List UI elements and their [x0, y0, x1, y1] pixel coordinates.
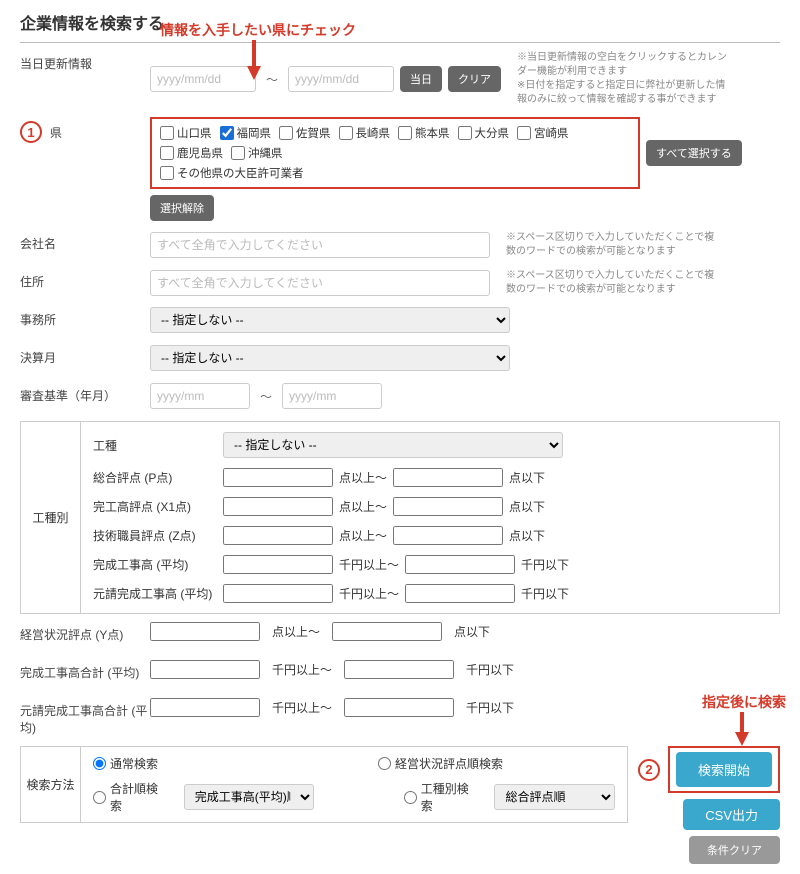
review-from-input[interactable] [150, 383, 250, 409]
hint-company: ※スペース区切りで入力していただくことで複数のワードでの検索が可能となります [506, 231, 716, 259]
prefecture-box: 山口県 福岡県 佐賀県 長崎県 熊本県 大分県 宮崎県 鹿児島県 沖縄県 その他… [150, 117, 640, 189]
search-button-highlight: 検索開始 [668, 746, 780, 793]
motouke-max-input[interactable] [405, 584, 515, 603]
arrow-stem [252, 40, 256, 68]
annotation-right: 指定後に検索 [702, 692, 786, 712]
smethod-side-label: 検索方法 [21, 747, 81, 822]
pref-check-nagasaki[interactable] [339, 126, 353, 140]
label-gijutsu: 技術職員評点 (Z点) [93, 527, 223, 544]
ktype-order-select[interactable]: 総合評点順 [494, 784, 615, 810]
radio-ktype-order: 工種別検索 [404, 780, 475, 814]
motouke-total-min-input[interactable] [150, 698, 260, 717]
arrow-stem [740, 712, 744, 734]
csv-button[interactable]: CSV出力 [683, 799, 780, 830]
pref-item: 山口県 [160, 125, 212, 141]
fiscal-select[interactable]: -- 指定しない -- [150, 345, 510, 371]
arrow-down-icon [735, 732, 749, 746]
date-to-input[interactable] [288, 66, 394, 92]
pref-item: 長崎県 [339, 125, 391, 141]
pref-item: 沖縄県 [231, 145, 283, 161]
pref-check-other[interactable] [160, 166, 174, 180]
cond-clear-button[interactable]: 条件クリア [689, 836, 780, 864]
gijutsu-min-input[interactable] [223, 526, 333, 545]
pref-check-miyazaki[interactable] [517, 126, 531, 140]
label-review: 審査基準（年月） [20, 383, 150, 404]
pref-check-kagoshima[interactable] [160, 146, 174, 160]
sogo-max-input[interactable] [393, 468, 503, 487]
label-keiei: 経営状況評点 (Y点) [20, 622, 150, 643]
sogo-min-input[interactable] [223, 468, 333, 487]
pref-check-oita[interactable] [458, 126, 472, 140]
kanko-avg-min-input[interactable] [223, 555, 333, 574]
company-input[interactable] [150, 232, 490, 258]
radio-keiei-order: 経営状況評点順検索 [378, 755, 503, 772]
pref-check-saga[interactable] [279, 126, 293, 140]
review-to-input[interactable] [282, 383, 382, 409]
label-date: 当日更新情報 [20, 51, 150, 72]
pref-item: 佐賀県 [279, 125, 331, 141]
keiei-max-input[interactable] [332, 622, 442, 641]
label-address: 住所 [20, 269, 150, 290]
pref-check-kumamoto[interactable] [398, 126, 412, 140]
deselect-button[interactable]: 選択解除 [150, 195, 214, 221]
kind-side-label: 工種別 [21, 422, 81, 613]
kanko-min-input[interactable] [223, 497, 333, 516]
annotation-top: 情報を入手したい県にチェック [160, 20, 356, 40]
unit: 点以下 [503, 469, 551, 486]
pref-item: その他県の大臣許可業者 [160, 165, 630, 181]
pref-item: 鹿児島県 [160, 145, 223, 161]
pref-check-yamaguchi[interactable] [160, 126, 174, 140]
pref-item: 熊本県 [398, 125, 450, 141]
kanko-max-input[interactable] [393, 497, 503, 516]
pref-check-okinawa[interactable] [231, 146, 245, 160]
office-select[interactable]: -- 指定しない -- [150, 307, 510, 333]
label-company: 会社名 [20, 231, 150, 252]
search-button[interactable]: 検索開始 [676, 752, 772, 787]
radio-normal: 通常検索 [93, 755, 158, 772]
kanko-total-max-input[interactable] [344, 660, 454, 679]
motouke-min-input[interactable] [223, 584, 333, 603]
pref-item: 宮崎県 [517, 125, 569, 141]
unit: 点以上～ [333, 469, 393, 486]
clear-button[interactable]: クリア [448, 66, 501, 92]
tilde: ～ [262, 71, 282, 88]
ktype-select[interactable]: -- 指定しない -- [223, 432, 563, 458]
kanko-avg-max-input[interactable] [405, 555, 515, 574]
kanko-total-min-input[interactable] [150, 660, 260, 679]
kind-box: 工種別 工種 -- 指定しない -- 総合評点 (P点) 点以上～ 点以下 完工… [20, 421, 780, 614]
hint-date: ※当日更新情報の空白をクリックするとカレンダー機能が利用できます ※日付を指定す… [517, 51, 727, 107]
label-motouke: 元請完成工事高 (平均) [93, 585, 223, 602]
select-all-button[interactable]: すべて選択する [646, 140, 742, 166]
badge-1: 1 [20, 121, 42, 143]
label-ktype: 工種 [93, 437, 223, 454]
motouke-total-max-input[interactable] [344, 698, 454, 717]
label-fiscal: 決算月 [20, 345, 150, 366]
label-kanko: 完工高評点 (X1点) [93, 498, 223, 515]
page-title: 企業情報を検索する [20, 10, 780, 34]
pref-check-fukuoka[interactable] [220, 126, 234, 140]
label-office: 事務所 [20, 307, 150, 328]
badge-2: 2 [638, 759, 660, 781]
label-motouke-total: 元請完成工事高合計 (平均) [20, 698, 150, 736]
pref-item: 大分県 [458, 125, 510, 141]
address-input[interactable] [150, 270, 490, 296]
date-from-input[interactable] [150, 66, 256, 92]
keiei-min-input[interactable] [150, 622, 260, 641]
radio-total-order: 合計順検索 [93, 780, 164, 814]
arrow-down-icon [247, 66, 261, 80]
hint-address: ※スペース区切りで入力していただくことで複数のワードでの検索が可能となります [506, 269, 716, 297]
gijutsu-max-input[interactable] [393, 526, 503, 545]
label-kanko-total: 完成工事高合計 (平均) [20, 660, 150, 681]
tilde: ～ [256, 388, 276, 405]
label-sogo: 総合評点 (P点) [93, 469, 223, 486]
pref-item: 福岡県 [220, 125, 272, 141]
today-button[interactable]: 当日 [400, 66, 442, 92]
total-order-select[interactable]: 完成工事高(平均)順 [184, 784, 314, 810]
label-kanko-avg: 完成工事高 (平均) [93, 556, 223, 573]
label-pref: 1 県 [20, 117, 150, 143]
divider [20, 42, 780, 43]
